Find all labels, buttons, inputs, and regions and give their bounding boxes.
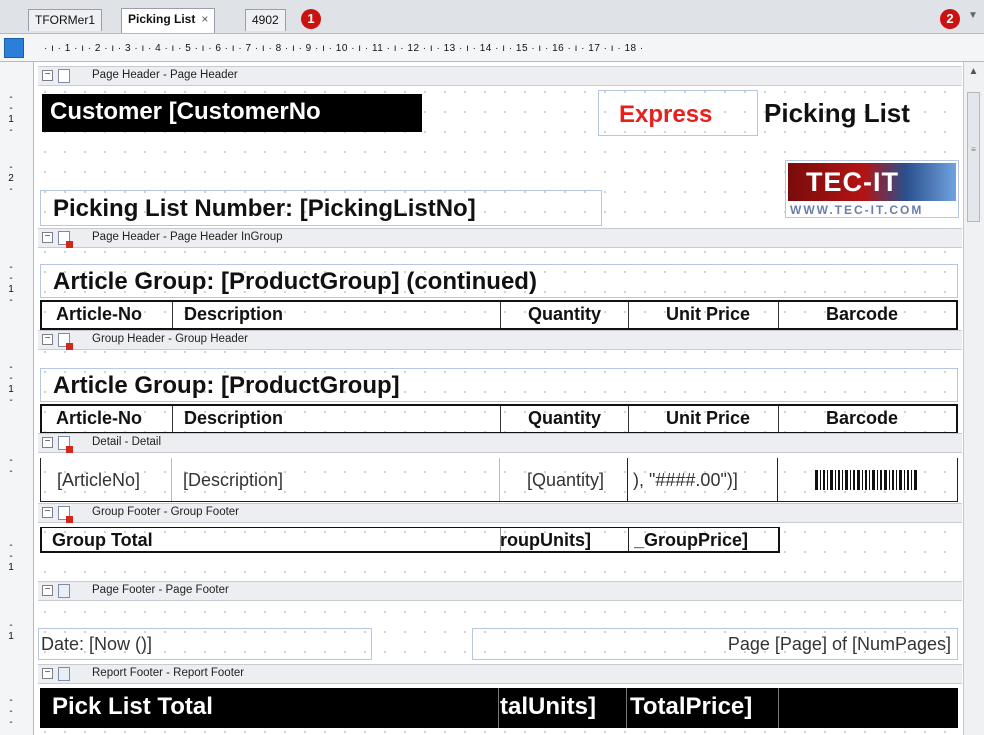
tab-tformer1[interactable]: TFORMer1 [28, 9, 102, 31]
col-unit-price[interactable]: Unit Price [666, 408, 750, 432]
band-detail[interactable]: − Detail - Detail [38, 433, 962, 453]
band-icon [58, 506, 73, 523]
vertical-ruler-mark: --1- [8, 262, 14, 306]
band-page-header-ingroup[interactable]: − Page Header - Page Header InGroup [38, 228, 962, 248]
article-group-continued-field[interactable]: Article Group: [ProductGroup] (continued… [40, 264, 958, 298]
column-header-row: Article-No Description Quantity Unit Pri… [40, 404, 958, 434]
detail-row: [ArticleNo] [Description] [Quantity] ), … [40, 458, 958, 502]
col-description[interactable]: Description [184, 408, 283, 432]
collapse-icon[interactable]: − [42, 232, 53, 243]
chevron-down-icon[interactable]: ▼ [968, 10, 978, 21]
vertical-ruler-mark: --1- [8, 362, 14, 406]
collapse-icon[interactable]: − [42, 70, 53, 81]
group-total-units[interactable]: roupUnits] [500, 530, 626, 551]
callout-badge-1: 1 [301, 9, 321, 29]
tab-label: TFORMer1 [35, 13, 95, 27]
pick-list-total-price[interactable]: TotalPrice] [630, 693, 776, 721]
collapse-icon[interactable]: − [42, 585, 53, 596]
tab-4902[interactable]: 4902 [245, 9, 286, 31]
group-footer-row: Group Total roupUnits] _GroupPrice] [40, 527, 780, 553]
pick-list-total-label[interactable]: Pick List Total [52, 693, 213, 721]
col-description[interactable]: Description [184, 304, 283, 328]
close-icon[interactable]: × [201, 12, 208, 26]
vertical-ruler-mark: -- [9, 455, 13, 477]
band-label: Group Header - Group Header [92, 333, 248, 345]
col-unit-price[interactable]: Unit Price [666, 304, 750, 328]
collapse-icon[interactable]: − [42, 334, 53, 345]
date-field[interactable]: Date: [Now ()] [38, 628, 372, 660]
band-icon [58, 436, 73, 453]
col-article-no[interactable]: Article-No [56, 408, 142, 432]
horizontal-ruler-scale: · ı · 1 · ı · 2 · ı · 3 · ı · 4 · ı · 5 … [44, 43, 644, 54]
article-group-field[interactable]: Article Group: [ProductGroup] [40, 368, 958, 402]
scrollbar-thumb[interactable] [967, 92, 980, 222]
express-label[interactable]: Express [598, 90, 758, 136]
customer-field[interactable]: Customer [CustomerNo [42, 94, 422, 132]
detail-unit-price[interactable]: ), "####.00")] [633, 470, 773, 491]
barcode-icon[interactable] [813, 470, 923, 490]
vertical-ruler-mark: --1- [8, 92, 14, 136]
scroll-up-icon[interactable]: ▲ [967, 66, 980, 77]
band-label: Group Footer - Group Footer [92, 506, 240, 518]
band-label: Report Footer - Report Footer [92, 667, 245, 679]
vertical-ruler-mark: -2- [8, 162, 14, 195]
band-icon [58, 231, 73, 248]
band-icon [58, 333, 73, 350]
band-icon [58, 667, 70, 681]
vertical-ruler-mark: --- [9, 695, 13, 728]
picking-list-number-field[interactable]: Picking List Number: [PickingListNo] [40, 190, 602, 226]
band-label: Page Header - Page Header [92, 69, 238, 81]
tab-label: Picking List [128, 12, 196, 26]
col-quantity[interactable]: Quantity [528, 408, 601, 432]
band-page-footer[interactable]: − Page Footer - Page Footer [38, 581, 962, 601]
group-total-label[interactable]: Group Total [52, 530, 153, 551]
band-page-header[interactable]: − Page Header - Page Header [38, 66, 962, 86]
scrollbar-grip-icon: ≡ [971, 145, 976, 154]
col-barcode[interactable]: Barcode [826, 408, 898, 432]
callout-badge-2: 2 [940, 9, 960, 29]
report-footer-row: Pick List Total talUnits] TotalPrice] [40, 688, 958, 728]
tab-label: 4902 [252, 13, 279, 27]
page-number-field[interactable]: Page [Page] of [NumPages] [472, 628, 958, 660]
pick-list-total-units[interactable]: talUnits] [500, 693, 624, 721]
group-total-price[interactable]: _GroupPrice] [634, 530, 774, 551]
collapse-icon[interactable]: − [42, 437, 53, 448]
logo-icon[interactable]: TEC-IT WWW.TEC-IT.COM [785, 160, 959, 218]
band-icon [58, 584, 70, 598]
detail-quantity[interactable]: [Quantity] [527, 470, 604, 491]
col-barcode[interactable]: Barcode [826, 304, 898, 328]
logo-text: TEC-IT [806, 167, 899, 197]
band-label: Page Footer - Page Footer [92, 584, 229, 596]
band-report-footer[interactable]: − Report Footer - Report Footer [38, 664, 962, 684]
logo-url: WWW.TEC-IT.COM [790, 203, 924, 217]
picking-list-title[interactable]: Picking List [764, 98, 954, 132]
col-quantity[interactable]: Quantity [528, 304, 601, 328]
band-group-header[interactable]: − Group Header - Group Header [38, 330, 962, 350]
tab-picking-list[interactable]: Picking List × [121, 8, 216, 33]
band-group-footer[interactable]: − Group Footer - Group Footer [38, 503, 962, 523]
band-label: Detail - Detail [92, 436, 162, 448]
band-label: Page Header - Page Header InGroup [92, 231, 283, 243]
vertical-ruler-mark: --1 [8, 540, 14, 573]
ruler-corner-button[interactable] [4, 38, 24, 58]
band-icon [58, 69, 70, 83]
collapse-icon[interactable]: − [42, 507, 53, 518]
detail-description[interactable]: [Description] [183, 470, 283, 491]
column-header-row: Article-No Description Quantity Unit Pri… [40, 300, 958, 330]
detail-article-no[interactable]: [ArticleNo] [57, 470, 140, 491]
col-article-no[interactable]: Article-No [56, 304, 142, 328]
vertical-ruler-mark: -1 [8, 620, 14, 642]
collapse-icon[interactable]: − [42, 668, 53, 679]
